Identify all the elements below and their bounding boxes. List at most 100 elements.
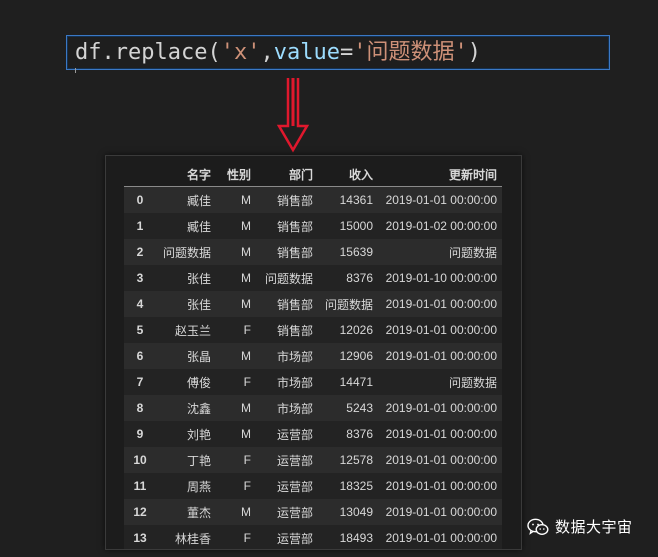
cell-time: 2019-01-01 00:00:00	[385, 401, 497, 415]
row-index: 6	[136, 349, 144, 363]
code-kwarg-name: value	[273, 40, 340, 65]
cell-time: 2019-01-01 00:00:00	[385, 323, 497, 337]
cell-time: 2019-01-01 00:00:00	[385, 427, 497, 441]
cell-sex: M	[241, 297, 251, 311]
wechat-icon	[527, 518, 549, 535]
cell-income: 13049	[339, 505, 373, 519]
row-index: 3	[136, 271, 144, 285]
row-index: 9	[136, 427, 144, 441]
cell-income: 14471	[339, 375, 373, 389]
cell-income: 14361	[339, 193, 373, 207]
cell-sex: M	[241, 505, 251, 519]
row-index: 2	[136, 245, 144, 259]
text-cursor	[75, 68, 76, 73]
table-row: 5 赵玉兰 F 销售部 12026 2019-01-01 00:00:00	[124, 317, 502, 343]
cell-sex: M	[241, 401, 251, 415]
cell-income: 8376	[346, 427, 373, 441]
code-cell[interactable]: df.replace('x',value='问题数据')	[66, 35, 610, 73]
code-dot: .	[101, 40, 115, 65]
cell-sex: M	[241, 349, 251, 363]
table-row: 10 丁艳 F 运营部 12578 2019-01-01 00:00:00	[124, 447, 502, 473]
table-row: 11 周燕 F 运营部 18325 2019-01-01 00:00:00	[124, 473, 502, 499]
dataframe-table: 名字 性别 部门 收入 更新时间 0 臧佳 M 销售部 14361 2019-01-01 …	[124, 162, 502, 549]
table-row: 9 刘艳 M 运营部 8376 2019-01-01 00:00:00	[124, 421, 502, 447]
code-comma: ,	[260, 40, 274, 65]
table-row: 1 臧佳 M 销售部 15000 2019-01-02 00:00:00	[124, 213, 502, 239]
cell-income: 12026	[339, 323, 373, 337]
cell-income: 5243	[346, 401, 373, 415]
cell-name: 丁艳	[186, 453, 211, 468]
cell-dept: 市场部	[276, 349, 313, 364]
cell-dept: 问题数据	[264, 271, 313, 286]
cell-dept: 运营部	[276, 531, 313, 546]
cell-sex: M	[241, 271, 251, 285]
cell-time: 2019-01-01 00:00:00	[385, 505, 497, 519]
column-header-sex: 性别	[216, 162, 256, 187]
cell-sex: M	[241, 427, 251, 441]
cell-sex: M	[241, 219, 251, 233]
cell-time: 2019-01-01 00:00:00	[385, 531, 497, 545]
table-body: 0 臧佳 M 销售部 14361 2019-01-01 00:00:00 1 臧佳 M 销售部 15…	[124, 186, 502, 549]
cell-income: 18325	[339, 479, 373, 493]
code-open-paren: (	[207, 40, 221, 65]
cell-income: 问题数据	[324, 297, 373, 312]
cell-dept: 销售部	[276, 323, 313, 338]
column-header-dept: 部门	[256, 162, 318, 187]
cell-name: 沈鑫	[186, 401, 211, 416]
cell-dept: 销售部	[276, 297, 313, 312]
cell-sex: F	[243, 479, 251, 493]
column-header-income: 收入	[318, 162, 378, 187]
cell-name: 臧佳	[186, 219, 211, 234]
code-line[interactable]: df.replace('x',value='问题数据')	[75, 40, 481, 66]
column-header-time: 更新时间	[378, 162, 502, 187]
cell-name: 张佳	[186, 297, 211, 312]
index-header	[124, 162, 156, 187]
code-equals: =	[339, 40, 354, 65]
cell-name: 张佳	[186, 271, 211, 286]
cell-dept: 销售部	[276, 245, 313, 260]
cell-name: 赵玉兰	[174, 323, 211, 338]
cell-dept: 运营部	[276, 479, 313, 494]
cell-name: 刘艳	[186, 427, 211, 442]
cell-dept: 销售部	[276, 193, 313, 208]
notebook-view: df.replace('x',value='问题数据') 名字 性别 部门 收入…	[0, 0, 658, 557]
row-index: 7	[136, 375, 144, 389]
table-row: 2 问题数据 M 销售部 15639 问题数据	[124, 239, 502, 265]
cell-dept: 运营部	[276, 505, 313, 520]
cell-name: 张晶	[186, 349, 211, 364]
cell-name: 董杰	[186, 505, 211, 520]
cell-dept: 销售部	[276, 219, 313, 234]
row-index: 5	[136, 323, 144, 337]
cell-name: 臧佳	[186, 193, 211, 208]
code-method: replace	[114, 40, 208, 65]
cell-time: 2019-01-01 00:00:00	[385, 193, 497, 207]
cell-income: 8376	[346, 271, 373, 285]
cell-income: 15000	[339, 219, 373, 233]
row-index: 1	[136, 219, 144, 233]
table-row: 12 董杰 M 运营部 13049 2019-01-01 00:00:00	[124, 499, 502, 525]
code-object: df	[75, 40, 102, 65]
cell-time: 问题数据	[448, 375, 497, 390]
watermark: 数据大宇宙	[527, 516, 633, 537]
table-header-row: 名字 性别 部门 收入 更新时间	[124, 162, 502, 187]
cell-sex: F	[243, 375, 251, 389]
cell-time: 2019-01-01 00:00:00	[385, 479, 497, 493]
row-index: 12	[133, 505, 147, 519]
row-index: 13	[133, 531, 147, 545]
column-header-name: 名字	[156, 162, 216, 187]
cell-income: 12578	[339, 453, 373, 467]
code-kwarg-value: '问题数据'	[353, 40, 468, 65]
cell-income: 12906	[339, 349, 373, 363]
cell-time: 2019-01-01 00:00:00	[385, 453, 497, 467]
table-row: 0 臧佳 M 销售部 14361 2019-01-01 00:00:00	[124, 186, 502, 213]
code-arg1: 'x'	[220, 40, 261, 65]
row-index: 4	[136, 297, 144, 311]
cell-name: 问题数据	[162, 245, 211, 260]
cell-name: 傅俊	[186, 375, 211, 390]
cell-name: 周燕	[186, 479, 211, 494]
cell-sex: F	[243, 531, 251, 545]
cell-sex: F	[243, 323, 251, 337]
cell-dept: 运营部	[276, 427, 313, 442]
table-row: 13 林桂香 F 运营部 18493 2019-01-01 00:00:00	[124, 525, 502, 549]
cell-time: 2019-01-10 00:00:00	[385, 271, 497, 285]
